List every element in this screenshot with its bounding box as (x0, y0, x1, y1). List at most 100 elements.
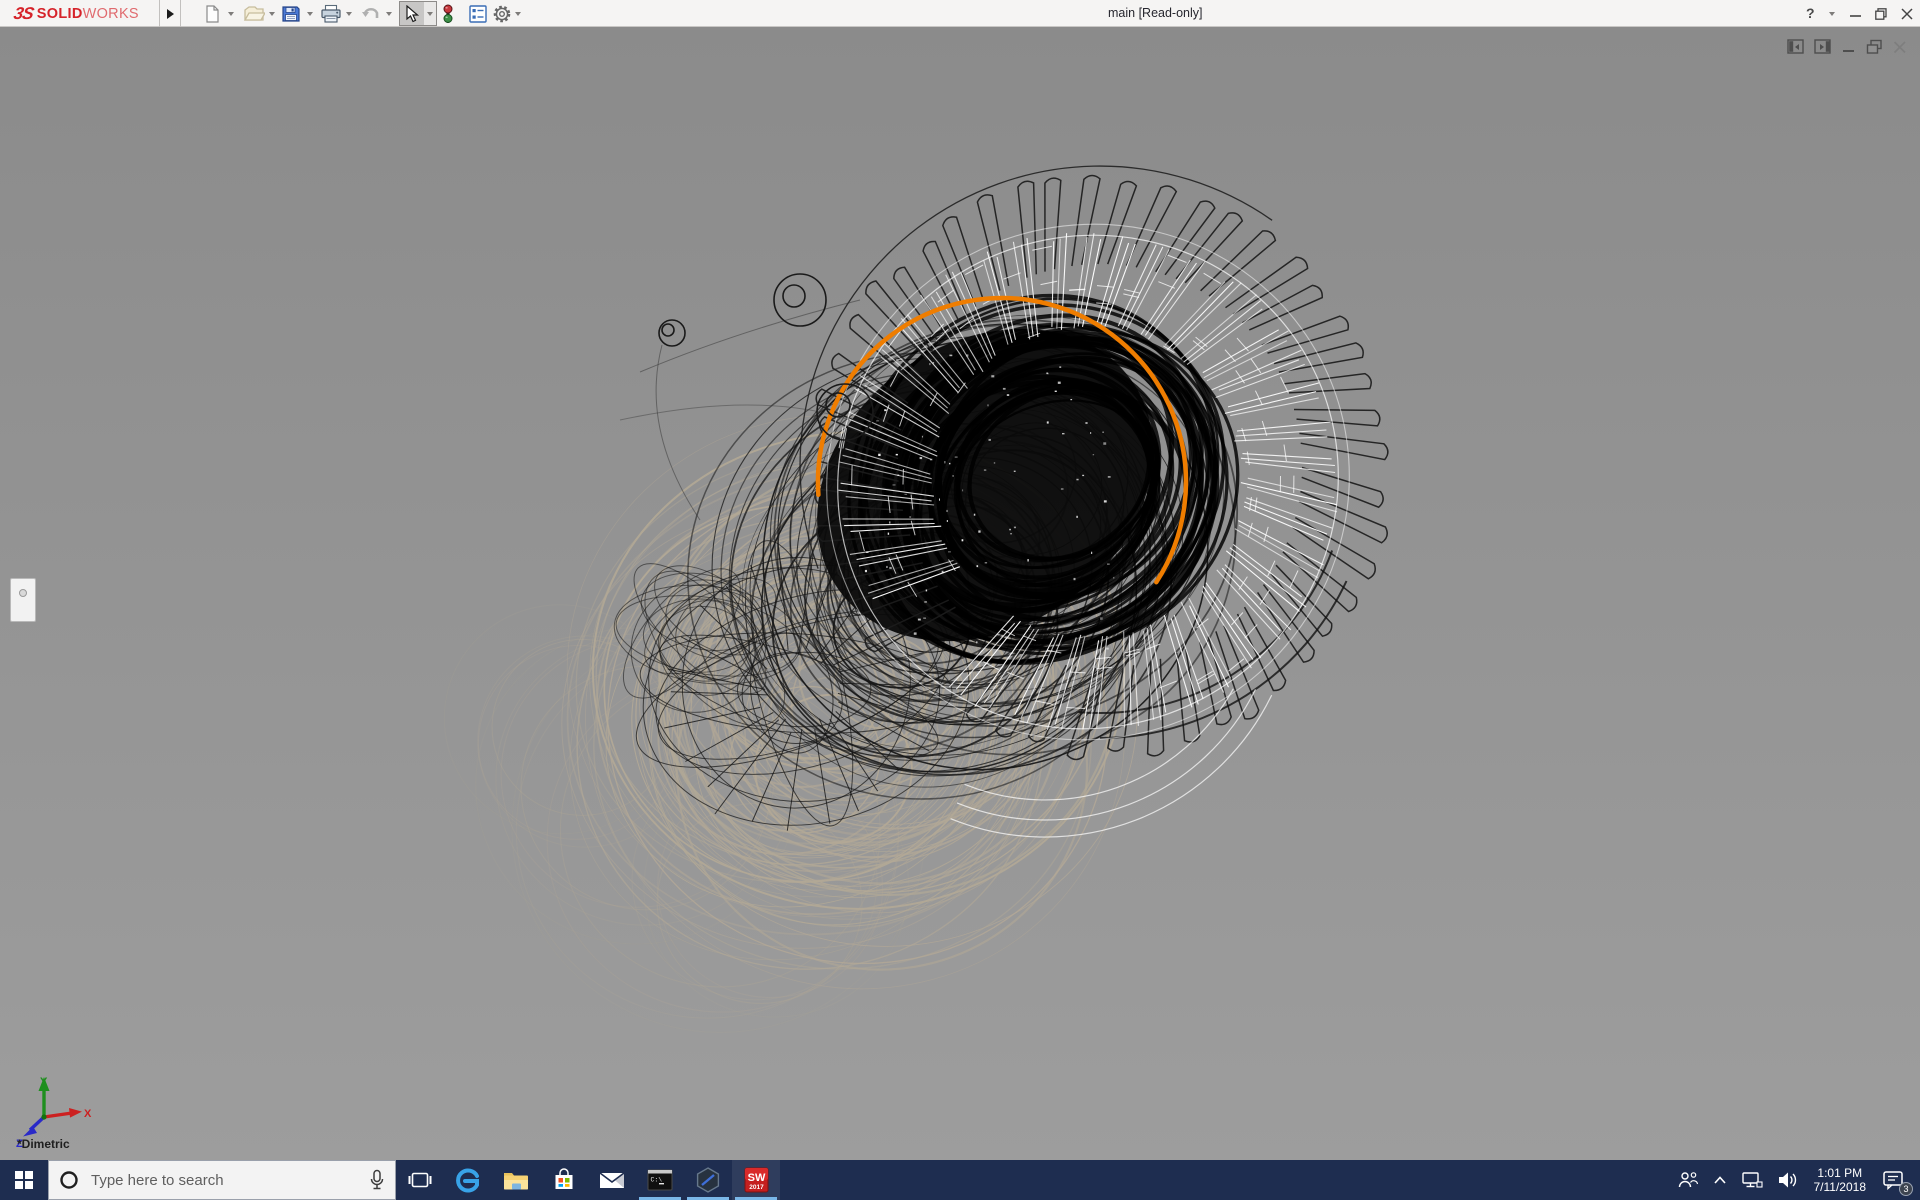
dropdown-caret-icon (228, 11, 234, 16)
doc-minimize-icon[interactable] (1841, 39, 1857, 55)
windows-logo-icon (15, 1171, 33, 1189)
help-dropdown[interactable] (1829, 12, 1835, 16)
rebuild-stoplight-icon (443, 4, 453, 23)
select-dropdown[interactable] (424, 2, 436, 25)
dropdown-caret-icon (269, 11, 275, 16)
solidworks-logo: 3S SOLID WORKS (12, 1, 139, 26)
options-button[interactable] (492, 2, 512, 25)
brand-solid: SOLID (36, 5, 83, 22)
rebuild-stoplight-button[interactable] (441, 2, 455, 25)
restore-button[interactable] (1869, 0, 1893, 27)
cortana-icon (60, 1171, 78, 1189)
show-left-pane-icon[interactable] (1787, 39, 1805, 55)
cmd-prompt-text: C:\ (651, 1177, 663, 1184)
open-dropdown[interactable] (269, 2, 275, 25)
cad-model-wireframe[interactable] (0, 27, 1920, 1160)
new-document-icon (206, 4, 219, 23)
undo-dropdown[interactable] (386, 2, 392, 25)
minimize-icon (1849, 15, 1861, 17)
people-button[interactable] (1670, 1160, 1706, 1200)
clock-date: 7/11/2018 (1813, 1180, 1867, 1194)
solidworks-app-icon: SW 2017 (744, 1167, 768, 1193)
dropdown-caret-icon (1829, 12, 1835, 16)
toolbar-separator (180, 0, 181, 27)
save-dropdown[interactable] (307, 2, 313, 25)
task-view-icon (408, 1172, 432, 1188)
open-folder-icon (243, 5, 265, 21)
close-icon (1901, 7, 1913, 20)
chevron-up-icon (1713, 1176, 1726, 1184)
toolbar-flyout-button[interactable] (163, 4, 177, 23)
windows-taskbar: C:\ SW 2017 (0, 1160, 1920, 1200)
dropdown-caret-icon (386, 11, 392, 16)
speaker-icon (1778, 1172, 1796, 1188)
save-floppy-icon (282, 5, 300, 22)
sw-year: 2017 (749, 1184, 764, 1191)
sw-label: SW (747, 1172, 765, 1184)
minimize-button[interactable] (1843, 0, 1867, 27)
print-button[interactable] (320, 2, 342, 25)
edge-browser-icon (456, 1168, 479, 1193)
taskbar-search[interactable] (48, 1160, 396, 1200)
new-document-dropdown[interactable] (228, 2, 234, 25)
options-gear-icon (493, 5, 511, 22)
triad-y-label: Y (40, 1076, 48, 1088)
window-title: main [Read-only] (1108, 6, 1203, 20)
taskbar-task-view[interactable] (396, 1160, 444, 1200)
microphone-icon[interactable] (369, 1169, 385, 1191)
network-icon (1741, 1172, 1763, 1188)
action-center-button[interactable]: 3 (1874, 1160, 1914, 1200)
save-button[interactable] (281, 2, 301, 25)
start-button[interactable] (0, 1160, 48, 1200)
notification-badge: 3 (1899, 1182, 1913, 1196)
network-button[interactable] (1734, 1160, 1770, 1200)
document-window-controls (1787, 39, 1908, 55)
taskbar-mail[interactable] (588, 1160, 636, 1200)
dropdown-caret-icon (346, 11, 352, 16)
restore-icon (1875, 7, 1887, 20)
select-tool-button[interactable] (399, 1, 437, 26)
dropdown-caret-icon (307, 11, 313, 16)
taskbar-hexagon-app[interactable] (684, 1160, 732, 1200)
undo-button[interactable] (360, 2, 382, 25)
collapsed-panel-tab[interactable] (10, 578, 36, 622)
doc-close-icon[interactable] (1892, 39, 1908, 55)
dropdown-caret-icon (427, 11, 433, 16)
select-cursor-icon (400, 2, 424, 25)
search-input[interactable] (89, 1170, 359, 1190)
open-button[interactable] (243, 2, 265, 25)
new-document-button[interactable] (202, 2, 222, 25)
hexagon-app-icon (696, 1167, 720, 1193)
file-properties-button[interactable] (468, 2, 488, 25)
taskbar-store[interactable] (540, 1160, 588, 1200)
show-right-pane-icon[interactable] (1814, 39, 1832, 55)
microsoft-store-icon (555, 1168, 573, 1189)
mail-icon (599, 1172, 625, 1188)
taskbar-file-explorer[interactable] (492, 1160, 540, 1200)
dropdown-caret-icon (515, 11, 521, 16)
triad-x-label: X (84, 1108, 92, 1120)
toolbar-separator (159, 0, 160, 27)
print-dropdown[interactable] (346, 2, 352, 25)
doc-restore-icon[interactable] (1866, 39, 1883, 55)
panel-tab-dot-icon (19, 589, 27, 597)
taskbar-clock[interactable]: 1:01 PM 7/11/2018 (1806, 1166, 1875, 1194)
taskbar-command-prompt[interactable]: C:\ (636, 1160, 684, 1200)
file-properties-icon (469, 4, 487, 23)
taskbar-solidworks[interactable]: SW 2017 (732, 1160, 780, 1200)
system-tray: 1:01 PM 7/11/2018 3 (1670, 1160, 1920, 1200)
options-dropdown[interactable] (515, 2, 521, 25)
brand-works: WORKS (82, 5, 139, 22)
right-arrow-icon (166, 8, 174, 19)
volume-button[interactable] (1770, 1160, 1806, 1200)
title-bar: 3S SOLID WORKS main [Read-only] ? (0, 0, 1920, 27)
help-button[interactable]: ? (1806, 0, 1815, 27)
printer-icon (321, 4, 341, 23)
tray-overflow-button[interactable] (1706, 1160, 1734, 1200)
command-prompt-icon: C:\ (647, 1169, 673, 1191)
taskbar-edge[interactable] (444, 1160, 492, 1200)
undo-arrow-icon (362, 7, 379, 18)
close-button[interactable] (1895, 0, 1919, 27)
view-orientation-label: *Dimetric (17, 1137, 70, 1151)
graphics-area[interactable]: Y X Z *Dimetric (0, 27, 1920, 1160)
